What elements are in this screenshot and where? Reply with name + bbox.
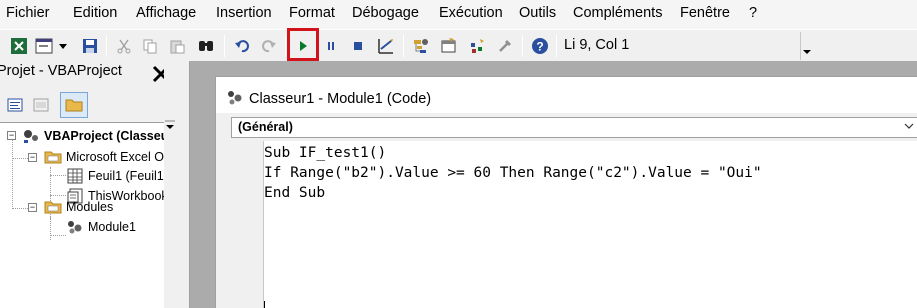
menu-help[interactable]: ? [749,5,757,21]
collapse-excel-objects[interactable]: − [28,153,37,162]
find-icon[interactable] [195,35,217,57]
procedure-bar: (Général) [216,113,917,141]
menu-debogage[interactable]: Débogage [352,5,419,21]
view-code-icon[interactable] [4,94,26,116]
object-dropdown-value: (Général) [238,120,293,134]
design-mode-icon[interactable] [375,35,397,57]
code-window: Classeur1 - Module1 (Code) (Général) Sub… [215,76,917,308]
view-excel-icon[interactable] [8,35,30,57]
undo-icon[interactable] [231,35,253,57]
tree-sheet[interactable]: Feuil1 (Feuil1) [66,168,168,184]
project-explorer-titlebar: Projet - VBAProject [0,61,176,87]
run-button-highlight [287,28,319,61]
cut-icon[interactable] [113,35,135,57]
tree-sheet-label: Feuil1 (Feuil1) [88,169,168,183]
menu-execution[interactable]: Exécution [439,5,503,21]
code-window-title: Classeur1 - Module1 (Code) [249,91,432,107]
tree-folder-modules-label: Modules [66,200,114,214]
code-window-titlebar: Classeur1 - Module1 (Code) [216,77,917,113]
tree-module[interactable]: Module1 [66,219,136,235]
cursor-position: Li 9, Col 1 [564,37,630,53]
chevron-down-icon[interactable] [903,120,915,135]
redo-icon[interactable] [258,35,280,57]
tree-project[interactable]: VBAProject (Classeur1) [22,128,184,144]
worksheet-icon [66,168,84,184]
toolbar-overflow[interactable] [800,32,812,60]
standard-toolbar: ? Li 9, Col 1 [0,29,917,61]
code-editor[interactable]: Sub IF_test1() If Range("b2").Value >= 6… [264,141,917,308]
module-icon [66,219,84,235]
insert-userform-icon[interactable] [33,35,55,57]
collapse-modules[interactable]: − [28,203,37,212]
paste-icon[interactable] [166,35,188,57]
menu-insertion[interactable]: Insertion [216,5,272,21]
module-icon [226,89,244,110]
menu-fenetre[interactable]: Fenêtre [680,5,730,21]
menu-affichage[interactable]: Affichage [136,5,196,21]
project-explorer-icon[interactable] [410,35,432,57]
toggle-folders-icon[interactable] [60,92,88,118]
object-dropdown[interactable]: (Général) [231,117,917,138]
reset-icon[interactable] [347,35,369,57]
project-scrollbar[interactable] [164,61,176,308]
code-line: Sub IF_test1() [264,145,387,161]
save-icon[interactable] [79,35,101,57]
menu-outils[interactable]: Outils [519,5,556,21]
folder-icon [44,199,62,215]
menu-format[interactable]: Format [289,5,335,21]
text-cursor [264,301,265,308]
break-icon[interactable] [320,35,342,57]
view-object-icon[interactable] [30,94,52,116]
vba-project-icon [22,128,40,144]
copy-icon[interactable] [139,35,161,57]
properties-window-icon[interactable] [438,35,460,57]
project-tree[interactable]: − VBAProject (Classeur1) − Microsoft Exc… [0,122,190,308]
tree-folder-modules[interactable]: Modules [44,199,113,215]
menu-complements[interactable]: Compléments [573,5,662,21]
collapse-project[interactable]: − [7,131,16,140]
tree-module-label: Module1 [88,220,136,234]
code-margin[interactable] [216,141,264,308]
project-explorer-title: Projet - VBAProject [0,63,122,79]
menu-fichier[interactable]: Fichier [6,5,50,21]
svg-text:?: ? [536,40,543,54]
folder-icon [44,149,62,165]
object-browser-icon[interactable] [466,35,488,57]
code-line: If Range("b2").Value >= 60 Then Range("c… [264,165,762,181]
chevron-down-icon[interactable] [56,35,70,57]
code-line: End Sub [264,185,326,201]
menu-bar: Fichier Edition Affichage Insertion Form… [0,0,917,29]
project-explorer-toolbar [0,89,176,121]
menu-edition[interactable]: Edition [73,5,117,21]
pane-splitter[interactable] [176,61,190,308]
help-icon[interactable]: ? [529,35,551,57]
toolbox-icon[interactable] [494,35,516,57]
project-explorer: Projet - VBAProject − VBAProject (Classe… [0,61,190,308]
